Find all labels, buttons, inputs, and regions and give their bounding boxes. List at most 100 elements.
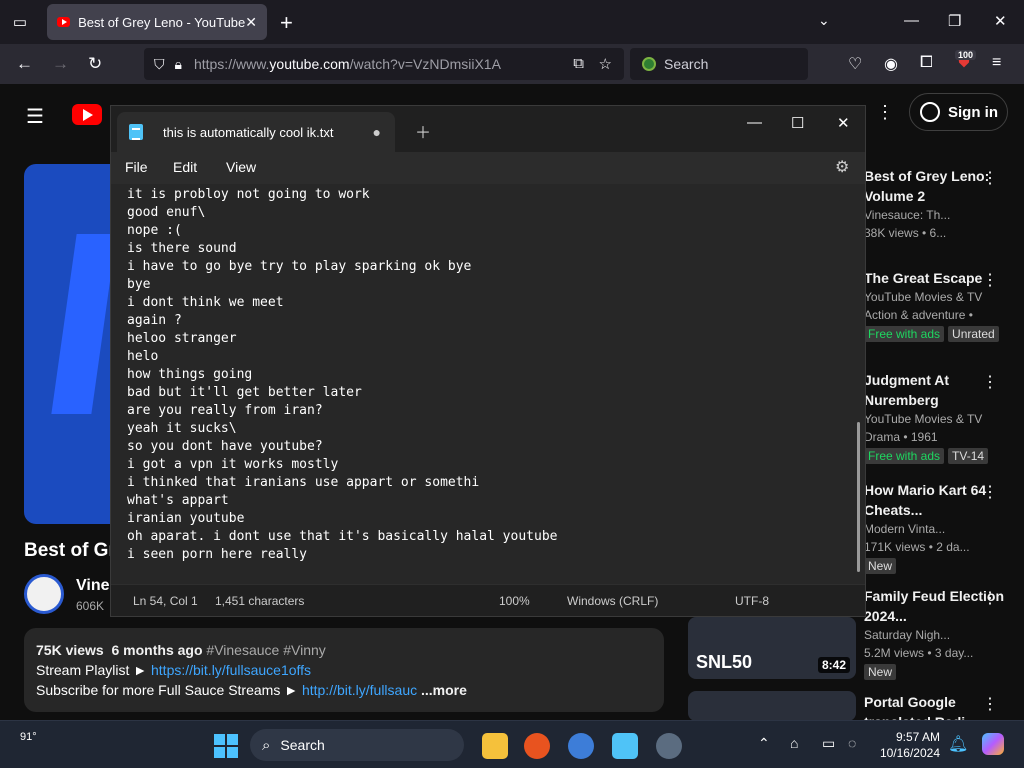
minimize-icon[interactable]: — <box>904 12 919 29</box>
copilot-icon[interactable] <box>982 733 1004 755</box>
text-line[interactable]: i have to go bye try to play sparking ok… <box>127 258 849 276</box>
recommendation-item[interactable]: Judgment At Nuremberg YouTube Movies & T… <box>864 370 1014 464</box>
account-icon[interactable]: ◉ <box>884 54 898 74</box>
weather-widget[interactable]: 91° <box>20 731 37 743</box>
url-bar[interactable]: ⛉ 🔒︎ https://www.youtube.com/watch?v=VzN… <box>144 48 624 80</box>
recommendation-item[interactable]: Best of Grey Leno: Volume 2 Vinesauce: T… <box>864 166 1014 242</box>
chevron-up-icon[interactable]: ⌃ <box>758 735 770 752</box>
search-bar[interactable]: Search <box>630 48 808 80</box>
extensions-icon[interactable]: ⧠ <box>920 54 933 72</box>
url-text[interactable]: https://www.youtube.com/watch?v=VzNDmsii… <box>194 56 501 72</box>
network-icon[interactable]: ⌂ <box>790 735 798 751</box>
firefox-icon[interactable] <box>524 733 550 759</box>
text-line[interactable]: bad but it'll get better later <box>127 384 849 402</box>
restore-icon[interactable]: ❐ <box>948 12 961 30</box>
shield-icon[interactable]: ⛉ <box>154 56 165 73</box>
gear-icon[interactable]: ⚙ <box>835 157 849 177</box>
pocket-icon[interactable]: ♡ <box>848 54 862 74</box>
search-engine-icon[interactable] <box>642 57 656 71</box>
upload-age: 6 months ago <box>111 642 203 658</box>
more-options-icon[interactable]: ⋮ <box>982 270 998 290</box>
new-tab-icon[interactable]: + <box>280 10 293 36</box>
text-line[interactable]: iranian youtube <box>127 510 849 528</box>
text-line[interactable]: i seen porn here really <box>127 546 849 564</box>
playlist-link[interactable]: https://bit.ly/fullsauce1offs <box>151 662 311 678</box>
unsaved-dot-icon[interactable]: ● <box>373 124 381 140</box>
notification-bell-icon[interactable]: 🔔︎ <box>948 734 968 754</box>
clock[interactable]: 9:57 AM 10/16/2024 <box>876 729 940 761</box>
text-line[interactable]: yeah it sucks\ <box>127 420 849 438</box>
youtube-logo-icon[interactable] <box>72 104 102 125</box>
reload-icon[interactable]: ↻ <box>88 54 102 74</box>
text-line[interactable]: heloo stranger <box>127 330 849 348</box>
chevron-down-icon[interactable]: ⌄ <box>818 12 830 29</box>
file-explorer-icon[interactable] <box>482 733 508 759</box>
settings-icon[interactable] <box>656 733 682 759</box>
video-thumbnail[interactable]: SNL50 8:42 <box>688 617 856 679</box>
bookmark-star-icon[interactable]: ☆ <box>599 55 612 73</box>
more-options-icon[interactable]: ⋮ <box>982 482 998 502</box>
more-options-icon[interactable]: ⋮ <box>982 694 998 714</box>
text-line[interactable]: how things going <box>127 366 849 384</box>
text-line[interactable]: i got a vpn it works mostly <box>127 456 849 474</box>
text-line[interactable]: bye <box>127 276 849 294</box>
start-button[interactable] <box>214 734 238 758</box>
text-line[interactable]: helo <box>127 348 849 366</box>
menu-view[interactable]: View <box>226 159 256 175</box>
taskbar-search[interactable]: ⌕ Search <box>250 729 464 761</box>
minimize-icon[interactable]: — <box>747 114 762 131</box>
text-line[interactable]: i thinked that iranians use appart or so… <box>127 474 849 492</box>
more-options-icon[interactable]: ⋮ <box>982 588 998 608</box>
volume-icon[interactable]: ◌ <box>848 735 856 751</box>
forward-icon[interactable]: → <box>52 54 69 74</box>
hamburger-menu-icon[interactable]: ☰ <box>26 104 44 129</box>
menu-file[interactable]: File <box>125 159 148 175</box>
account-circle-icon <box>920 102 940 122</box>
display-icon[interactable]: ▭ <box>822 735 835 752</box>
close-window-icon[interactable]: ✕ <box>994 12 1007 30</box>
notepad-taskbar-icon[interactable] <box>612 733 638 759</box>
back-icon[interactable]: ← <box>16 54 33 74</box>
close-icon[interactable]: ✕ <box>837 114 850 132</box>
hashtags[interactable]: #Vinesauce #Vinny <box>206 642 325 658</box>
new-tab-icon[interactable]: ＋ <box>415 119 431 143</box>
more-options-icon[interactable]: ⋮ <box>982 372 998 392</box>
sign-in-button[interactable]: Sign in <box>909 93 1008 131</box>
channel-avatar[interactable] <box>24 574 64 614</box>
channel-name[interactable]: Vine <box>76 577 110 595</box>
translate-icon[interactable]: ⧉ <box>573 55 584 72</box>
rec-meta: 5.2M views • 3 day... <box>864 646 974 660</box>
text-line[interactable]: oh aparat. i dont use that it's basicall… <box>127 528 849 546</box>
recommendation-item[interactable]: Portal Google translated Radi ⋮ <box>864 692 1014 720</box>
text-line[interactable]: so you dont have youtube? <box>127 438 849 456</box>
text-line[interactable]: again ? <box>127 312 849 330</box>
recommendation-item[interactable]: The Great Escape YouTube Movies & TV Act… <box>864 268 1014 342</box>
text-editor-area[interactable]: it is probloy not going to work good enuf… <box>111 184 865 584</box>
text-line[interactable]: good enuf\ <box>127 204 849 222</box>
video-thumbnail[interactable] <box>688 691 856 721</box>
notepad-tab[interactable]: this is automatically cool ik.txt ● <box>117 112 395 152</box>
maximize-icon[interactable]: ☐ <box>791 114 804 132</box>
text-line[interactable]: is there sound <box>127 240 849 258</box>
tab-list-icon[interactable]: ▭ <box>0 0 40 44</box>
show-more-button[interactable]: ...more <box>421 682 467 698</box>
menu-edit[interactable]: Edit <box>173 159 197 175</box>
scrollbar-thumb[interactable] <box>857 422 860 572</box>
lock-icon[interactable]: 🔒︎ <box>175 56 182 73</box>
video-description[interactable]: 75K views 6 months ago #Vinesauce #Vinny… <box>24 628 664 712</box>
close-tab-icon[interactable]: ✕ <box>245 14 257 31</box>
recommendation-item[interactable]: How Mario Kart 64 Cheats... Modern Vinta… <box>864 480 1014 574</box>
text-line[interactable]: what's appart <box>127 492 849 510</box>
recommendation-item[interactable]: Family Feud Election 2024... Saturday Ni… <box>864 586 1014 680</box>
video-player[interactable] <box>24 164 114 524</box>
qbittorrent-icon[interactable] <box>568 733 594 759</box>
text-line[interactable]: are you really from iran? <box>127 402 849 420</box>
menu-icon[interactable]: ≡ <box>992 54 1001 72</box>
browser-tab-youtube[interactable]: Best of Grey Leno - YouTube ✕ <box>47 4 267 40</box>
text-line[interactable]: nope :( <box>127 222 849 240</box>
subscribe-link[interactable]: http://bit.ly/fullsauc <box>302 682 417 698</box>
settings-kebab-icon[interactable]: ⋮ <box>876 102 894 123</box>
more-options-icon[interactable]: ⋮ <box>982 168 998 188</box>
text-line[interactable]: it is probloy not going to work <box>127 186 849 204</box>
text-line[interactable]: i dont think we meet <box>127 294 849 312</box>
